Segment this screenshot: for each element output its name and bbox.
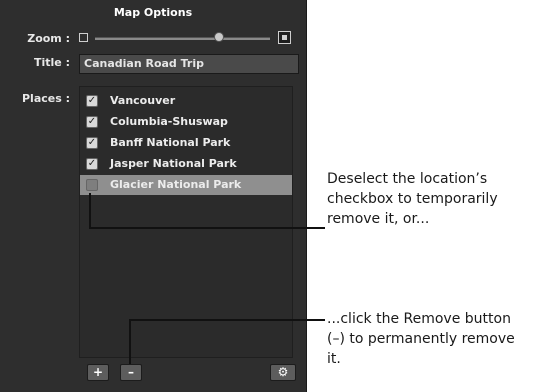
place-item-banff-national-park[interactable]: ✓ Banff National Park — [80, 133, 292, 153]
remove-callout-line-vertical — [129, 319, 131, 364]
place-item-jasper-national-park[interactable]: ✓ Jasper National Park — [80, 154, 292, 174]
zoom-slider-thumb[interactable] — [213, 32, 224, 42]
remove-callout-text: ...click the Remove button (–) to perman… — [327, 311, 515, 367]
title-field[interactable]: Canadian Road Trip — [79, 54, 299, 74]
checkbox-callout-text: Deselect the location’s checkbox to temp… — [327, 171, 498, 227]
place-checkbox[interactable]: ✓ — [86, 95, 98, 107]
place-item-columbia-shuswap[interactable]: ✓ Columbia-Shuswap — [80, 112, 292, 132]
place-label: Columbia-Shuswap — [110, 115, 228, 128]
place-checkbox[interactable]: ✓ — [86, 158, 98, 170]
remove-place-button[interactable]: – — [120, 364, 142, 381]
checkbox-callout-line-horizontal — [89, 227, 325, 229]
panel-title: Map Options — [113, 6, 193, 19]
place-checkbox[interactable] — [86, 179, 98, 191]
places-list: ✓ Vancouver ✓ Columbia-Shuswap ✓ Banff N… — [79, 86, 293, 358]
gear-icon: ⚙ — [277, 365, 289, 379]
zoom-label: Zoom : — [27, 32, 70, 45]
zoom-out-icon[interactable] — [79, 33, 88, 42]
place-label: Jasper National Park — [110, 157, 237, 170]
checkbox-callout-line-vertical — [89, 193, 91, 229]
places-label: Places : — [21, 92, 70, 105]
place-checkbox[interactable]: ✓ — [86, 116, 98, 128]
place-label: Banff National Park — [110, 136, 231, 149]
add-place-button[interactable]: + — [87, 364, 109, 381]
remove-callout-line-horizontal — [129, 319, 325, 321]
place-item-glacier-national-park[interactable]: Glacier National Park — [80, 175, 292, 195]
settings-button[interactable]: ⚙ — [270, 364, 296, 381]
map-options-panel: Map Options Zoom : Title : Canadian Road… — [0, 0, 307, 392]
place-label: Vancouver — [110, 94, 176, 107]
place-label: Glacier National Park — [110, 178, 242, 191]
zoom-slider[interactable] — [95, 37, 270, 40]
place-checkbox[interactable]: ✓ — [86, 137, 98, 149]
zoom-in-icon[interactable] — [278, 31, 291, 44]
title-label: Title : — [34, 56, 70, 69]
place-item-vancouver[interactable]: ✓ Vancouver — [80, 91, 292, 111]
